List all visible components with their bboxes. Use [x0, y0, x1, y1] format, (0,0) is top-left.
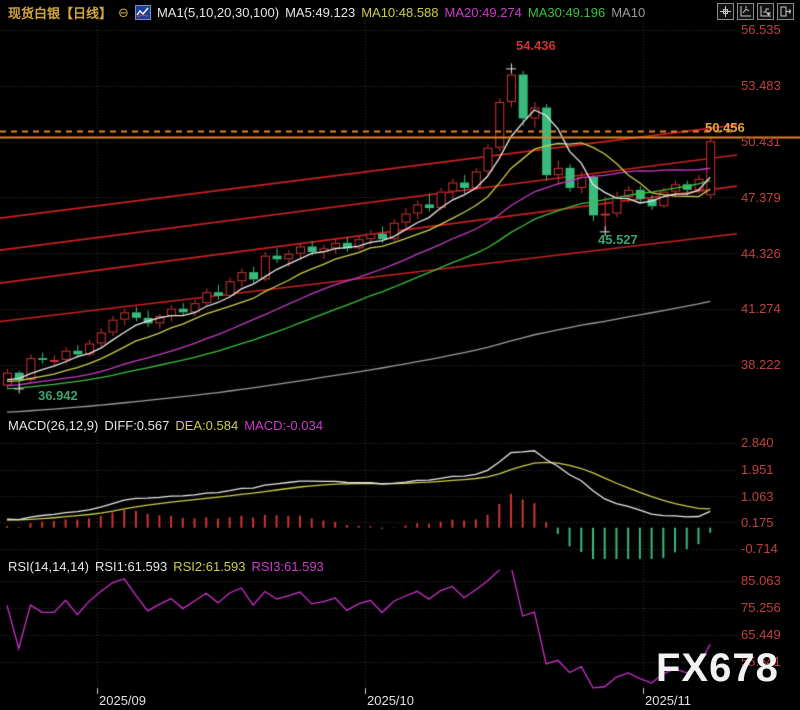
ma20-value: MA20:49.274: [445, 5, 522, 20]
time-scale-icon[interactable]: [757, 3, 774, 20]
chart-header: 现货白银【日线】 ⊖ MA1(5,10,20,30,100) MA5:49.12…: [8, 3, 645, 22]
chart-toolbar: [717, 3, 794, 20]
high-annotation: 54.436: [516, 38, 556, 53]
macd-axis-label: -0.714: [741, 541, 778, 556]
chart-canvas[interactable]: [0, 0, 800, 710]
main-axis-label: 44.326: [741, 246, 781, 261]
rsi2-value: RSI2:61.593: [173, 559, 245, 574]
macd-name: MACD(26,12,9): [8, 418, 98, 433]
ma10-value: MA10:48.588: [361, 5, 438, 20]
rsi1-value: RSI1:61.593: [95, 559, 167, 574]
price-scale-icon[interactable]: [737, 3, 754, 20]
rsi-header: RSI(14,14,14) RSI1:61.593 RSI2:61.593 RS…: [8, 559, 324, 574]
crosshair-icon[interactable]: [717, 3, 734, 20]
main-axis-label: 56.535: [741, 22, 781, 37]
x-axis-label: 2025/10: [367, 693, 414, 708]
x-axis-label: 2025/09: [99, 693, 146, 708]
chart-style-icon[interactable]: [135, 5, 151, 20]
macd-axis-label: 1.951: [741, 462, 774, 477]
macd-axis-label: 2.840: [741, 435, 774, 450]
macd-macd-value: MACD:-0.034: [244, 418, 323, 433]
instrument-title: 现货白银【日线】: [8, 3, 112, 22]
ma-extra-label: MA10: [611, 5, 645, 20]
rsi3-value: RSI3:61.593: [252, 559, 324, 574]
low-annotation: 45.527: [598, 232, 638, 247]
zoom-out-icon[interactable]: ⊖: [118, 5, 129, 21]
macd-header: MACD(26,12,9) DIFF:0.567 DEA:0.584 MACD:…: [8, 418, 323, 433]
last-price-tag: 50.456: [705, 120, 745, 135]
low-annotation: 36.942: [38, 388, 78, 403]
main-axis-label: 50.431: [741, 134, 781, 149]
x-axis-label: 2025/11: [645, 693, 691, 708]
macd-axis-label: 0.175: [741, 515, 774, 530]
main-axis-label: 47.379: [741, 190, 781, 205]
macd-axis-label: 1.063: [741, 489, 774, 504]
main-axis-label: 53.483: [741, 78, 781, 93]
rsi-axis-label: 85.063: [741, 573, 781, 588]
pane-switch-icon[interactable]: [777, 3, 794, 20]
ma-group-label: MA1(5,10,20,30,100): [157, 5, 279, 20]
rsi-axis-label: 65.449: [741, 627, 781, 642]
trading-chart-window: { "header": { "title": "现货白银", "period":…: [0, 0, 800, 710]
fx678-watermark: FX678: [656, 646, 779, 691]
main-axis-label: 41.274: [741, 301, 781, 316]
macd-diff-value: DIFF:0.567: [104, 418, 169, 433]
main-axis-label: 38.222: [741, 357, 781, 372]
rsi-name: RSI(14,14,14): [8, 559, 89, 574]
macd-dea-value: DEA:0.584: [175, 418, 238, 433]
ma30-value: MA30:49.196: [528, 5, 605, 20]
ma5-value: MA5:49.123: [285, 5, 355, 20]
rsi-axis-label: 75.256: [741, 600, 781, 615]
